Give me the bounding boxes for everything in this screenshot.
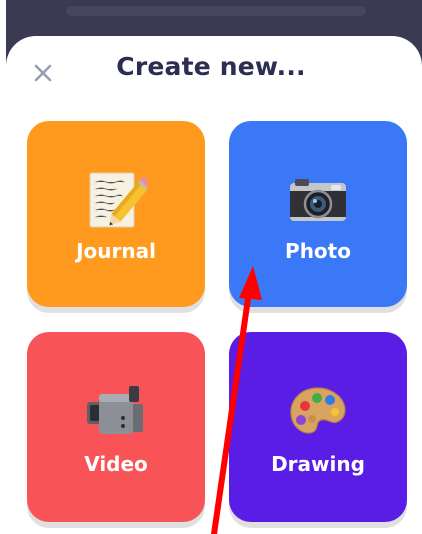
journal-tile[interactable]: Journal bbox=[27, 121, 205, 307]
photo-label: Photo bbox=[285, 239, 351, 263]
camera-icon bbox=[290, 179, 346, 221]
video-tile[interactable]: Video bbox=[27, 332, 205, 522]
paint-palette-icon bbox=[290, 387, 346, 434]
drawing-tile[interactable]: Drawing bbox=[229, 332, 407, 522]
background-content bbox=[66, 6, 366, 16]
video-camera-icon bbox=[87, 386, 143, 434]
page-title: Create new... bbox=[116, 52, 306, 81]
photo-tile[interactable]: Photo bbox=[229, 121, 407, 307]
video-label: Video bbox=[84, 452, 148, 476]
drawing-label: Drawing bbox=[271, 452, 365, 476]
journal-notepad-icon bbox=[89, 172, 147, 228]
journal-label: Journal bbox=[76, 239, 156, 263]
